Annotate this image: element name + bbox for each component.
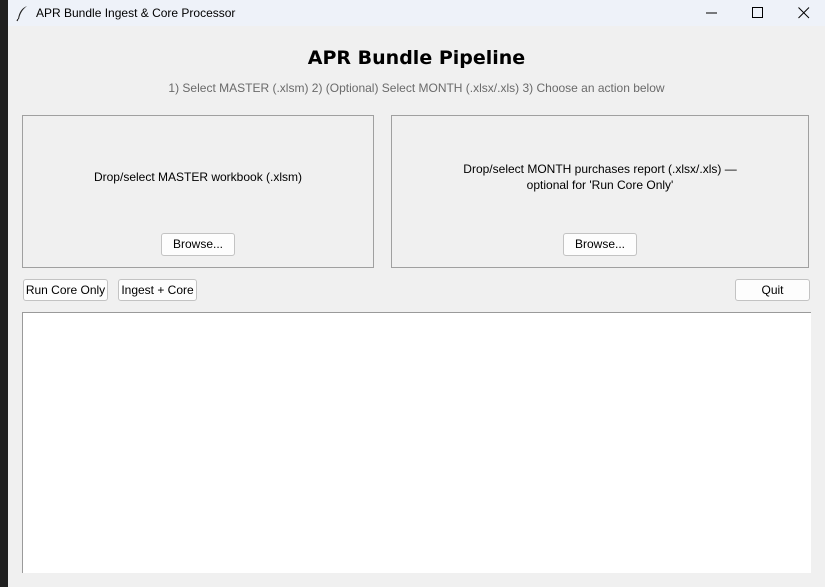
month-drop-label-line2: optional for 'Run Core Only' xyxy=(526,178,674,192)
run-core-only-button[interactable]: Run Core Only xyxy=(23,279,108,301)
page-title: APR Bundle Pipeline xyxy=(307,47,526,69)
window-title: APR Bundle Ingest & Core Processor xyxy=(36,6,236,20)
maximize-button[interactable] xyxy=(735,0,781,26)
month-drop-label-line1: Drop/select MONTH purchases report (.xls… xyxy=(463,162,737,176)
ingest-core-button[interactable]: Ingest + Core xyxy=(118,279,197,301)
title-bar[interactable]: APR Bundle Ingest & Core Processor xyxy=(8,0,825,26)
master-drop-zone[interactable]: Drop/select MASTER workbook (.xlsm) Brow… xyxy=(22,115,374,268)
instructions-text: 1) Select MASTER (.xlsm) 2) (Optional) S… xyxy=(168,81,665,95)
log-output[interactable] xyxy=(22,312,811,573)
app-window: APR Bundle Ingest & Core Processor APR B… xyxy=(8,0,825,587)
minimize-icon xyxy=(706,12,717,14)
master-browse-button[interactable]: Browse... xyxy=(161,233,235,256)
quit-button[interactable]: Quit xyxy=(735,279,810,301)
maximize-icon xyxy=(752,7,763,18)
feather-icon xyxy=(14,4,32,22)
month-browse-button[interactable]: Browse... xyxy=(563,233,637,256)
close-icon xyxy=(798,7,810,19)
master-drop-label: Drop/select MASTER workbook (.xlsm) xyxy=(93,170,303,184)
close-button[interactable] xyxy=(781,0,825,26)
background-desktop xyxy=(0,0,8,587)
month-drop-zone[interactable]: Drop/select MONTH purchases report (.xls… xyxy=(391,115,809,268)
minimize-button[interactable] xyxy=(689,0,735,26)
